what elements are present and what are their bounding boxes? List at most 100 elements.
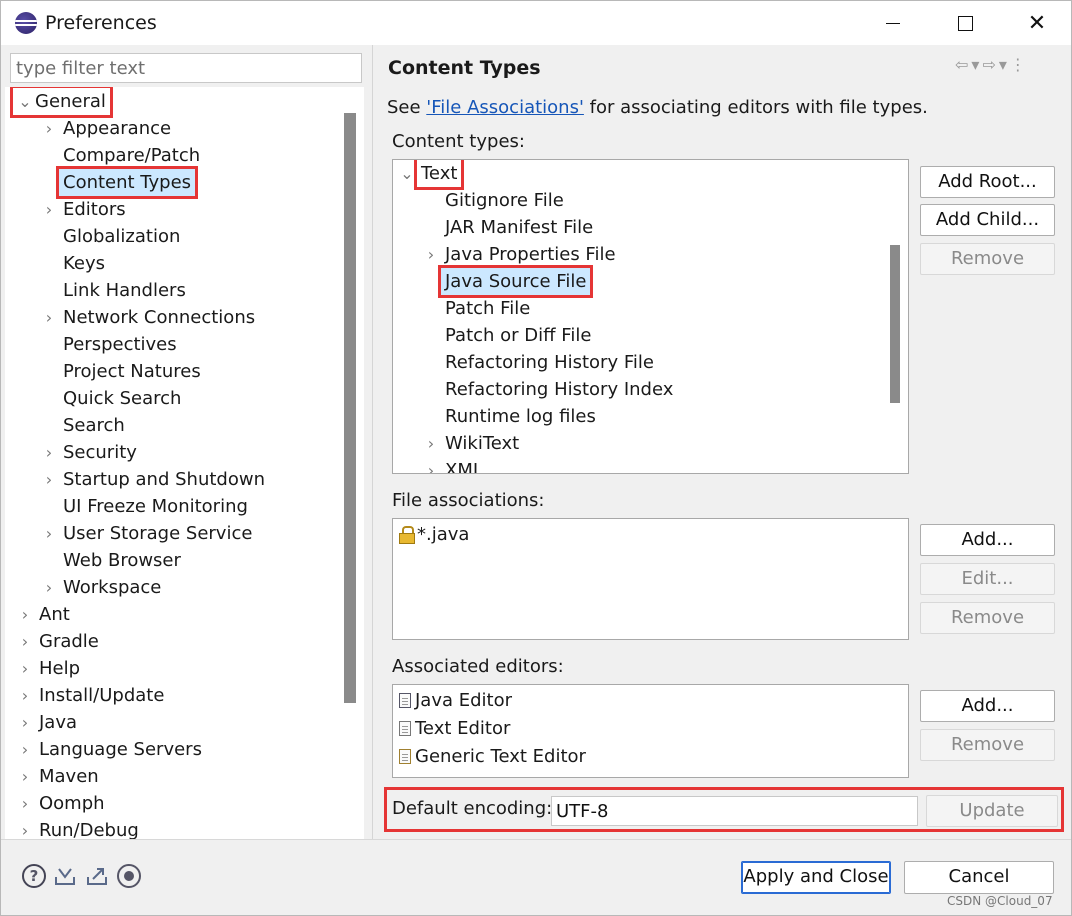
- default-encoding-field[interactable]: [551, 796, 918, 826]
- content-type-item[interactable]: Refactoring History File: [393, 349, 883, 376]
- tree-item[interactable]: Project Natures: [5, 358, 345, 385]
- help-icon[interactable]: ?: [22, 864, 46, 888]
- content-type-item[interactable]: Java Source File: [393, 265, 883, 298]
- content-type-item[interactable]: Runtime log files: [393, 403, 883, 430]
- chevron-right-icon[interactable]: ›: [17, 736, 33, 763]
- back-arrow-icon[interactable]: ⇦▾: [955, 55, 982, 74]
- chevron-right-icon[interactable]: ›: [17, 682, 33, 709]
- tree-item[interactable]: › Oomph: [5, 790, 345, 817]
- list-item[interactable]: Text Editor: [399, 715, 510, 743]
- import-icon[interactable]: [53, 864, 77, 888]
- tree-item[interactable]: › Startup and Shutdown: [5, 466, 345, 493]
- chevron-right-icon[interactable]: ›: [423, 457, 439, 473]
- tree-item[interactable]: › Gradle: [5, 628, 345, 655]
- tree-item[interactable]: › User Storage Service: [5, 520, 345, 547]
- chevron-right-icon[interactable]: ›: [41, 304, 57, 331]
- tree-item[interactable]: › Appearance: [5, 115, 345, 142]
- tree-item[interactable]: › Maven: [5, 763, 345, 790]
- remove-editor-button[interactable]: Remove: [920, 729, 1055, 761]
- content-type-item[interactable]: Patch or Diff File: [393, 322, 883, 349]
- chevron-right-icon[interactable]: ›: [17, 790, 33, 817]
- chevron-right-icon[interactable]: ›: [17, 763, 33, 790]
- tree-item[interactable]: › Install/Update: [5, 682, 345, 709]
- chevron-right-icon[interactable]: ›: [17, 817, 33, 839]
- close-button[interactable]: ✕: [1011, 1, 1063, 45]
- editor-label: Java Editor: [415, 690, 513, 711]
- page-navigation[interactable]: ⇦▾⇨▾⋮: [955, 55, 1029, 74]
- chevron-right-icon[interactable]: ›: [41, 466, 57, 493]
- more-menu-icon[interactable]: ⋮: [1010, 55, 1029, 74]
- content-type-item[interactable]: Refactoring History Index: [393, 376, 883, 403]
- tree-item[interactable]: › Java: [5, 709, 345, 736]
- tree-item[interactable]: Keys: [5, 250, 345, 277]
- tree-item-label: Workspace: [63, 577, 162, 598]
- add-file-association-button[interactable]: Add...: [920, 524, 1055, 556]
- add-child-button[interactable]: Add Child...: [920, 204, 1055, 236]
- tree-item[interactable]: Compare/Patch: [5, 142, 345, 169]
- chevron-down-icon[interactable]: ⌄: [399, 160, 415, 187]
- tree-item[interactable]: › Editors: [5, 196, 345, 223]
- maximize-button[interactable]: [939, 1, 991, 45]
- cancel-button[interactable]: Cancel: [904, 861, 1054, 894]
- remove-content-type-button[interactable]: Remove: [920, 243, 1055, 275]
- list-item[interactable]: Java Editor: [399, 687, 512, 715]
- tree-item-label: Ant: [39, 604, 70, 625]
- tree-item[interactable]: UI Freeze Monitoring: [5, 493, 345, 520]
- tree-item[interactable]: Search: [5, 412, 345, 439]
- tree-item-label: Quick Search: [63, 388, 182, 409]
- chevron-right-icon[interactable]: ›: [41, 574, 57, 601]
- add-editor-button[interactable]: Add...: [920, 690, 1055, 722]
- tree-item[interactable]: Link Handlers: [5, 277, 345, 304]
- pane-divider[interactable]: [372, 45, 373, 839]
- tree-scrollbar[interactable]: [344, 113, 356, 703]
- chevron-right-icon[interactable]: ›: [41, 520, 57, 547]
- tree-item[interactable]: Quick Search: [5, 385, 345, 412]
- content-types-scrollbar[interactable]: [890, 245, 900, 403]
- chevron-right-icon[interactable]: ›: [423, 241, 439, 268]
- tree-item[interactable]: › Ant: [5, 601, 345, 628]
- export-icon[interactable]: [85, 864, 109, 888]
- minimize-button[interactable]: [867, 1, 919, 45]
- file-associations-link[interactable]: 'File Associations': [426, 97, 584, 118]
- filter-input[interactable]: [10, 53, 362, 83]
- chevron-right-icon[interactable]: ›: [423, 430, 439, 457]
- tree-item-label: Java: [39, 712, 78, 733]
- content-type-item[interactable]: Patch File: [393, 295, 883, 322]
- chevron-right-icon[interactable]: ›: [17, 628, 33, 655]
- content-type-item[interactable]: ⌄ Text: [393, 160, 883, 190]
- record-icon[interactable]: [117, 864, 141, 888]
- tree-item[interactable]: Web Browser: [5, 547, 345, 574]
- forward-arrow-icon[interactable]: ⇨▾: [982, 55, 1009, 74]
- chevron-right-icon[interactable]: ›: [17, 601, 33, 628]
- content-type-item[interactable]: › Java Properties File: [393, 241, 883, 268]
- chevron-right-icon[interactable]: ›: [17, 709, 33, 736]
- update-button[interactable]: Update: [926, 795, 1058, 827]
- tree-item[interactable]: › Security: [5, 439, 345, 466]
- tree-item[interactable]: Globalization: [5, 223, 345, 250]
- remove-file-association-button[interactable]: Remove: [920, 602, 1055, 634]
- tree-item[interactable]: Content Types: [5, 166, 345, 199]
- content-type-item[interactable]: JAR Manifest File: [393, 214, 883, 241]
- tree-item[interactable]: › Run/Debug: [5, 817, 345, 839]
- chevron-right-icon[interactable]: ›: [41, 439, 57, 466]
- chevron-right-icon[interactable]: ›: [17, 655, 33, 682]
- apply-and-close-button[interactable]: Apply and Close: [741, 861, 891, 894]
- tree-item[interactable]: › Network Connections: [5, 304, 345, 331]
- tree-item[interactable]: › Workspace: [5, 574, 345, 601]
- list-item[interactable]: *.java: [399, 521, 469, 549]
- content-type-label: Text: [413, 160, 465, 190]
- tree-item[interactable]: Perspectives: [5, 331, 345, 358]
- tree-item[interactable]: › Language Servers: [5, 736, 345, 763]
- content-type-item[interactable]: › XML: [393, 457, 883, 474]
- tree-item[interactable]: › Help: [5, 655, 345, 682]
- chevron-right-icon[interactable]: ›: [41, 115, 57, 142]
- tree-item[interactable]: ⌄ General: [5, 87, 345, 118]
- content-type-label: XML: [445, 460, 483, 474]
- list-item[interactable]: Generic Text Editor: [399, 743, 586, 771]
- edit-file-association-button[interactable]: Edit...: [920, 563, 1055, 595]
- content-type-item[interactable]: › WikiText: [393, 430, 883, 457]
- chevron-right-icon[interactable]: ›: [41, 196, 57, 223]
- add-root-button[interactable]: Add Root...: [920, 166, 1055, 198]
- content-type-item[interactable]: Gitignore File: [393, 187, 883, 214]
- watermark: CSDN @Cloud_07: [947, 894, 1053, 908]
